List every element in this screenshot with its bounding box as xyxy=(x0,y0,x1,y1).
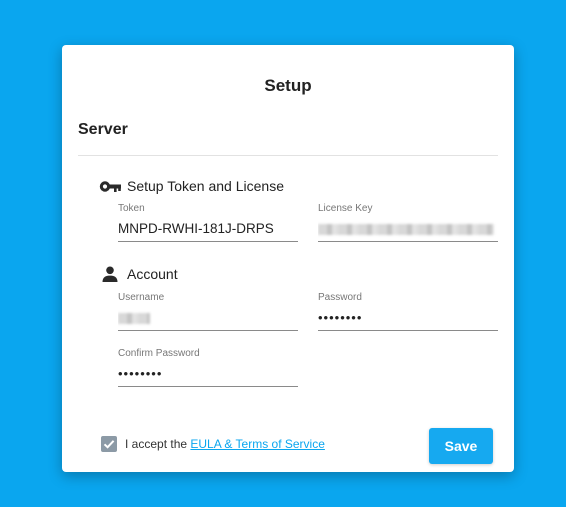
dialog-title: Setup xyxy=(264,76,312,95)
accept-terms-checkbox[interactable] xyxy=(101,436,117,452)
password-input[interactable]: •••••••• xyxy=(318,306,498,331)
username-field[interactable]: Username xyxy=(118,291,298,331)
token-field[interactable]: Token MNPD-RWHI-181J-DRPS xyxy=(118,202,298,242)
license-key-label: License Key xyxy=(318,203,373,214)
username-input[interactable] xyxy=(118,306,298,331)
confirm-password-label: Confirm Password xyxy=(118,348,200,359)
token-label: Token xyxy=(118,203,145,214)
redacted-license-value xyxy=(318,223,494,235)
key-icon xyxy=(99,180,121,193)
license-key-input[interactable] xyxy=(318,217,498,242)
confirm-password-field[interactable]: Confirm Password •••••••• xyxy=(118,347,298,387)
eula-terms-link[interactable]: EULA & Terms of Service xyxy=(190,437,325,451)
redacted-username-value xyxy=(118,312,150,324)
section-title-server: Server xyxy=(78,121,128,138)
license-key-field[interactable]: License Key xyxy=(318,202,498,242)
account-group-label: Account xyxy=(127,266,178,282)
person-icon xyxy=(99,266,121,282)
account-group-heading: Account xyxy=(99,266,178,282)
save-button[interactable]: Save xyxy=(429,428,493,464)
username-label: Username xyxy=(118,292,165,303)
password-field[interactable]: Password •••••••• xyxy=(318,291,498,331)
accept-terms-prefix: I accept the xyxy=(125,437,188,451)
token-input[interactable]: MNPD-RWHI-181J-DRPS xyxy=(118,217,298,242)
license-group-label: Setup Token and License xyxy=(127,178,284,194)
confirm-password-input[interactable]: •••••••• xyxy=(118,362,298,387)
license-group-heading: Setup Token and License xyxy=(99,178,284,194)
accept-terms-text: I accept the EULA & Terms of Service xyxy=(125,436,325,452)
setup-dialog: Setup Server Setup Token and License Tok… xyxy=(62,45,514,472)
section-divider xyxy=(78,155,498,156)
checkmark-icon xyxy=(103,440,115,449)
password-label: Password xyxy=(318,292,362,303)
